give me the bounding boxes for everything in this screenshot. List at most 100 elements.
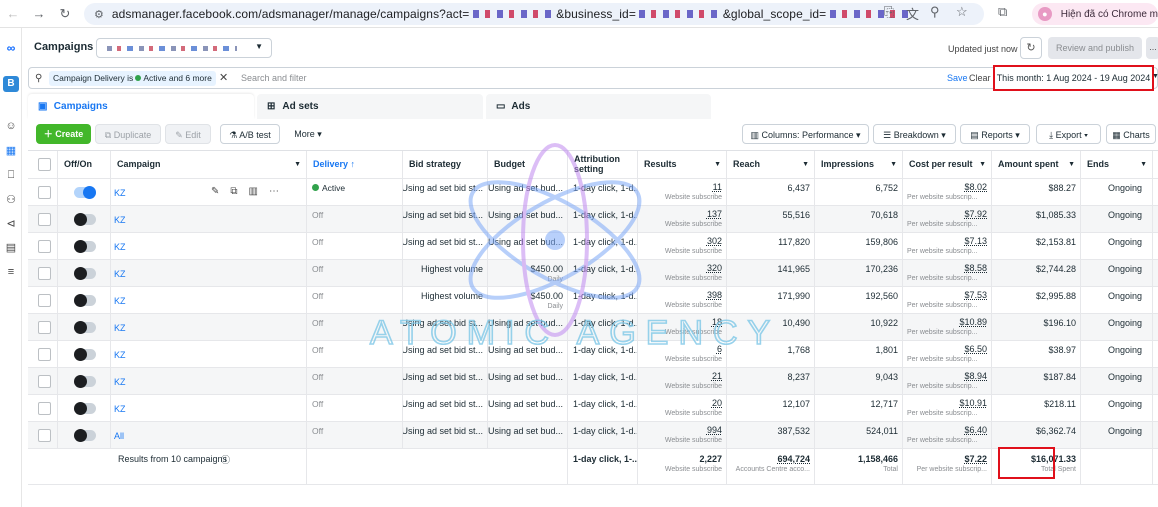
export-button[interactable]: ⤓ Export ▾ [1036,124,1101,144]
tab-campaigns[interactable]: ▣ Campaigns [28,94,254,119]
results-value[interactable]: 994 [707,425,722,435]
campaigns-grid-icon[interactable]: ▦ [3,143,19,159]
clear-filter-link[interactable]: Clear [969,73,991,83]
tab-ad-sets[interactable]: ⊞ Ad sets [257,94,483,119]
row-checkbox[interactable] [38,294,51,307]
meta-logo-icon[interactable]: ∞ [3,40,19,56]
more-button[interactable]: More ▾ [288,124,328,144]
campaign-name-link[interactable]: KZ [114,296,126,306]
cpr-value[interactable]: $6.50 [964,344,987,354]
campaign-toggle[interactable] [74,240,96,253]
cpr-value[interactable]: $8.94 [964,371,987,381]
row-checkbox[interactable] [38,429,51,442]
duplicate-button[interactable]: ⧉ Duplicate [95,124,161,144]
row-checkbox[interactable] [38,267,51,280]
campaign-name-link[interactable]: KZ [114,242,126,252]
cpr-value[interactable]: $10.91 [959,398,987,408]
header-ends[interactable]: Ends ▼ [1081,151,1153,178]
campaign-toggle[interactable] [74,186,96,199]
campaign-toggle[interactable] [74,402,96,415]
back-icon[interactable]: ← [0,6,26,21]
table-row[interactable]: KZ Off Highest volume $450.00 Daily 1-day cli… [28,287,1158,314]
reload-icon[interactable]: ↻ [52,6,78,22]
results-value[interactable]: 21 [712,371,722,381]
table-row[interactable]: KZ Off Using ad set bid st... Using ad set … [28,341,1158,368]
row-checkbox[interactable] [38,213,51,226]
campaign-name-link[interactable]: All [114,431,124,441]
results-value[interactable]: 20 [712,398,722,408]
results-value[interactable]: 18 [712,317,722,327]
campaign-toggle[interactable] [74,267,96,280]
results-value[interactable]: 11 [713,182,722,192]
row-checkbox[interactable] [38,375,51,388]
account-badge[interactable]: B [3,76,19,92]
forward-icon[interactable]: → [26,6,52,21]
translate-icon[interactable]: 文 [906,4,919,23]
search-filter-bar[interactable]: ⚲ Campaign Delivery is Active and 6 more … [28,67,1158,89]
cpr-value[interactable]: $10.89 [959,317,987,327]
pages-icon[interactable]: ⎕ [3,167,19,183]
columns-button[interactable]: ▥ Columns: Performance ▾ [742,124,869,144]
reports-button[interactable]: ▤ Reports ▾ [960,124,1030,144]
delivery-filter-chip[interactable]: Campaign Delivery is Active and 6 more [49,71,216,86]
site-info-icon[interactable]: ⚙ [94,8,104,21]
campaign-name-link[interactable]: KZ [114,269,126,279]
tab-ads[interactable]: ▭ Ads [486,94,711,119]
header-results[interactable]: Results ▼ [638,151,727,178]
campaign-toggle[interactable] [74,348,96,361]
results-value[interactable]: 320 [707,263,722,273]
catalogue-icon[interactable]: ▤ [3,240,19,256]
cpr-value[interactable]: $7.53 [964,290,987,300]
edit-button[interactable]: ✎ Edit [165,124,211,144]
campaign-name-link[interactable]: KZ [114,377,126,387]
results-value[interactable]: 398 [707,290,722,300]
campaign-name-link[interactable]: KZ [114,188,126,198]
campaign-toggle[interactable] [74,321,96,334]
row-checkbox[interactable] [38,186,51,199]
header-more-button[interactable]: ... [1146,37,1158,59]
header-cpr[interactable]: Cost per result ▼ [903,151,992,178]
header-campaign[interactable]: Campaign ▼ [111,151,307,178]
header-spent[interactable]: Amount spent ▼ [992,151,1081,178]
row-checkbox[interactable] [38,402,51,415]
audiences-icon[interactable]: ⚇ [3,192,19,208]
cpr-value[interactable]: $6.40 [964,425,987,435]
address-bar[interactable]: ⚙ adsmanager.facebook.com/adsmanager/man… [84,3,984,25]
table-row[interactable]: All Off Using ad set bid st... Using ad set… [28,422,1158,449]
charts-button[interactable]: ▦ Charts [1106,124,1156,144]
cpr-value[interactable]: $7.92 [964,209,987,219]
header-budget[interactable]: Budget [488,151,568,178]
remove-filter-icon[interactable]: ✕ [219,71,228,84]
menu-icon[interactable]: ≡ [3,264,19,280]
table-row[interactable]: KZ Off Using ad set bid st... Using ad set … [28,368,1158,395]
breakdown-button[interactable]: ☰ Breakdown ▾ [873,124,956,144]
create-button[interactable]: ＋ Create [36,124,91,144]
header-delivery[interactable]: Delivery ↑ [307,151,403,178]
cpr-value[interactable]: $8.58 [964,263,987,273]
campaign-toggle[interactable] [74,375,96,388]
date-range-picker[interactable]: This month: 1 Aug 2024 - 19 Aug 2024 [993,65,1154,91]
row-checkbox[interactable] [38,240,51,253]
megaphone-icon[interactable]: ⊲ [3,216,19,232]
info-icon[interactable]: ⓘ [221,453,230,466]
table-row[interactable]: KZ Off Highest volume $450.00 Daily 1-day cli… [28,260,1158,287]
table-row[interactable]: KZ Off Using ad set bid st... Using ad set … [28,206,1158,233]
campaign-name-link[interactable]: KZ [114,350,126,360]
smiley-icon[interactable]: ☺ [3,118,19,134]
campaign-name-link[interactable]: KZ [114,215,126,225]
cpr-value[interactable]: $7.13 [964,236,987,246]
row-checkbox[interactable] [38,348,51,361]
chrome-update-pill[interactable]: ● Hiện đã có Chrome m [1032,3,1158,25]
zoom-icon[interactable]: ⚲ [930,4,940,20]
results-value[interactable]: 6 [717,344,722,354]
cpr-value[interactable]: $8.02 [964,182,987,192]
table-row[interactable]: KZ Off Using ad set bid st... Using ad set … [28,233,1158,260]
campaign-name-link[interactable]: KZ [114,323,126,333]
search-input[interactable]: Search and filter [241,73,307,83]
results-value[interactable]: 137 [707,209,722,219]
header-bid[interactable]: Bid strategy [403,151,488,178]
row-checkbox[interactable] [38,321,51,334]
row-actions[interactable]: ✎⧉▥⋯ [211,186,290,197]
extensions-icon[interactable]: ⧉ [998,4,1007,20]
table-row[interactable]: KZ Off Using ad set bid st... Using ad set … [28,314,1158,341]
